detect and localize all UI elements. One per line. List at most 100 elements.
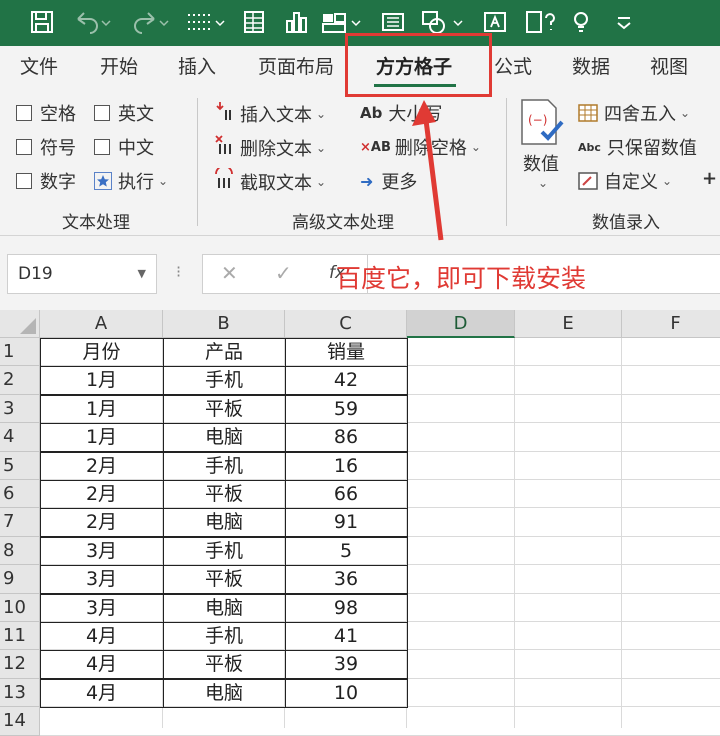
checkbox-box[interactable] <box>16 139 32 155</box>
extract-text-icon <box>214 165 236 195</box>
row-header-5[interactable]: 5 <box>0 451 40 480</box>
bar-chart-icon[interactable] <box>284 9 310 37</box>
checkbox-chinese[interactable]: 中文 <box>94 134 154 160</box>
group-label-text: 文本处理 <box>62 213 130 233</box>
insert-text-button[interactable]: 插入文本 ⌄ <box>214 100 326 127</box>
checkbox-label: 符号 <box>40 138 76 159</box>
checkbox-box[interactable] <box>16 105 32 121</box>
checkbox-label: 中文 <box>118 138 154 159</box>
row-header-12[interactable]: 12 <box>0 650 40 679</box>
table-inner-line <box>40 365 407 368</box>
delete-space-label: 删除空格 <box>394 138 467 159</box>
save-icon[interactable] <box>30 9 54 37</box>
delete-space-button[interactable]: ×AB 删除空格 ⌄ <box>360 134 481 160</box>
table-inner-line <box>40 507 407 510</box>
column-header-d[interactable]: D <box>407 310 515 338</box>
gridline <box>40 734 720 736</box>
column-header-a[interactable]: A <box>40 310 163 338</box>
case-button[interactable]: Ab 大小写 <box>360 100 442 126</box>
round-label: 四舍五入 <box>604 104 676 125</box>
annotation-text: 百度它，即可下载安装 <box>336 264 587 293</box>
row-header-2[interactable]: 2 <box>0 366 40 395</box>
checkbox-box[interactable] <box>94 105 110 121</box>
group-label-advanced: 高级文本处理 <box>292 213 394 233</box>
table-inner-line <box>40 451 407 453</box>
checkbox-space[interactable]: 空格 <box>16 100 76 126</box>
tab-home[interactable]: 开始 <box>100 46 138 88</box>
row-header-4[interactable]: 4 <box>0 423 40 452</box>
keep-numbers-icon: Abc <box>578 140 601 154</box>
row-header-10[interactable]: 10 <box>0 593 40 622</box>
tab-formulas[interactable]: 公式 <box>494 46 532 88</box>
row-header-6[interactable]: 6 <box>0 480 40 509</box>
custom-button[interactable]: 自定义 ⌄ <box>578 168 672 194</box>
row-header-11[interactable]: 11 <box>0 622 40 651</box>
redo-icon[interactable] <box>130 9 170 37</box>
checkbox-number[interactable]: 数字 <box>16 168 76 194</box>
lightbulb-icon[interactable] <box>568 9 594 37</box>
undo-icon[interactable] <box>72 9 112 37</box>
confirm-icon[interactable]: ✓ <box>275 261 292 285</box>
tab-data[interactable]: 数据 <box>572 46 610 88</box>
checkbox-box[interactable] <box>16 173 32 189</box>
row-header-9[interactable]: 9 <box>0 565 40 594</box>
delete-text-button[interactable]: 删除文本 ⌄ <box>214 134 326 161</box>
case-label: 大小写 <box>388 104 443 125</box>
row-header-7[interactable]: 7 <box>0 508 40 537</box>
table-inner-line <box>40 593 407 595</box>
plus-icon[interactable]: + <box>702 168 717 189</box>
row-header-1[interactable]: 1 <box>0 338 40 367</box>
select-all-corner[interactable] <box>0 310 40 338</box>
chevron-down-icon: ⌄ <box>316 174 327 189</box>
table-inner-line <box>40 649 407 652</box>
name-box[interactable]: D19 ▼ <box>7 254 157 294</box>
extract-text-label: 截取文本 <box>240 172 312 194</box>
tab-insert[interactable]: 插入 <box>178 46 216 88</box>
help-doc-icon[interactable] <box>524 9 564 37</box>
column-header-f[interactable]: F <box>622 310 720 338</box>
more-options-icon[interactable]: ⁝ <box>176 262 181 281</box>
gridline <box>621 338 622 728</box>
chevron-down-icon[interactable]: ▼ <box>138 255 146 293</box>
table-inner-line <box>40 678 407 680</box>
checkbox-label: 空格 <box>40 104 76 125</box>
checkbox-english[interactable]: 英文 <box>94 100 154 126</box>
tab-file[interactable]: 文件 <box>20 46 58 88</box>
row-header-8[interactable]: 8 <box>0 536 40 566</box>
checkbox-symbol[interactable]: 符号 <box>16 134 76 160</box>
spreadsheet-grid: A B C D E F 1 2 3 4 5 6 7 8 9 10 11 12 13 14 月份 产品 销量 1月 手机 42 1月平… <box>0 310 720 736</box>
custom-label: 自定义 <box>604 172 658 193</box>
chevron-down-icon: ⌄ <box>158 174 169 188</box>
execute-button[interactable]: 执行 ⌄ <box>94 168 168 194</box>
round-button[interactable]: 四舍五入 ⌄ <box>578 100 690 126</box>
customize-arrow-icon[interactable] <box>614 9 634 37</box>
table-inner-line <box>40 564 407 567</box>
extract-text-button[interactable]: 截取文本 ⌄ <box>214 165 327 195</box>
more-label: 更多 <box>381 172 418 193</box>
arrow-right-icon: ➜ <box>360 171 374 191</box>
tab-view[interactable]: 视图 <box>650 46 688 88</box>
row-header-14[interactable]: 14 <box>0 707 40 736</box>
table-inner-line <box>40 422 407 425</box>
row-header-3[interactable]: 3 <box>0 394 40 424</box>
dotted-lines-icon[interactable] <box>186 9 228 37</box>
checkbox-label: 数字 <box>40 172 76 193</box>
numeric-doc-icon: (−) <box>516 98 566 146</box>
tab-page-layout[interactable]: 页面布局 <box>258 46 334 88</box>
group-separator <box>506 98 507 226</box>
column-header-c[interactable]: C <box>285 310 407 338</box>
delete-text-label: 删除文本 <box>240 138 312 160</box>
column-header-b[interactable]: B <box>163 310 285 338</box>
checkbox-box[interactable] <box>94 139 110 155</box>
row-header-13[interactable]: 13 <box>0 678 40 708</box>
table-icon[interactable] <box>242 9 266 37</box>
more-button[interactable]: ➜ 更多 <box>360 168 417 194</box>
column-header-e[interactable]: E <box>515 310 622 338</box>
chevron-down-icon: ⌄ <box>537 176 549 190</box>
insert-text-icon <box>214 100 236 127</box>
numeric-button[interactable]: (−) 数值 ⌄ <box>516 98 566 190</box>
group-separator <box>197 98 198 226</box>
keep-numbers-button[interactable]: Abc 只保留数值 <box>578 134 697 160</box>
case-icon: Ab <box>360 104 383 122</box>
cancel-icon[interactable]: ✕ <box>221 261 238 285</box>
